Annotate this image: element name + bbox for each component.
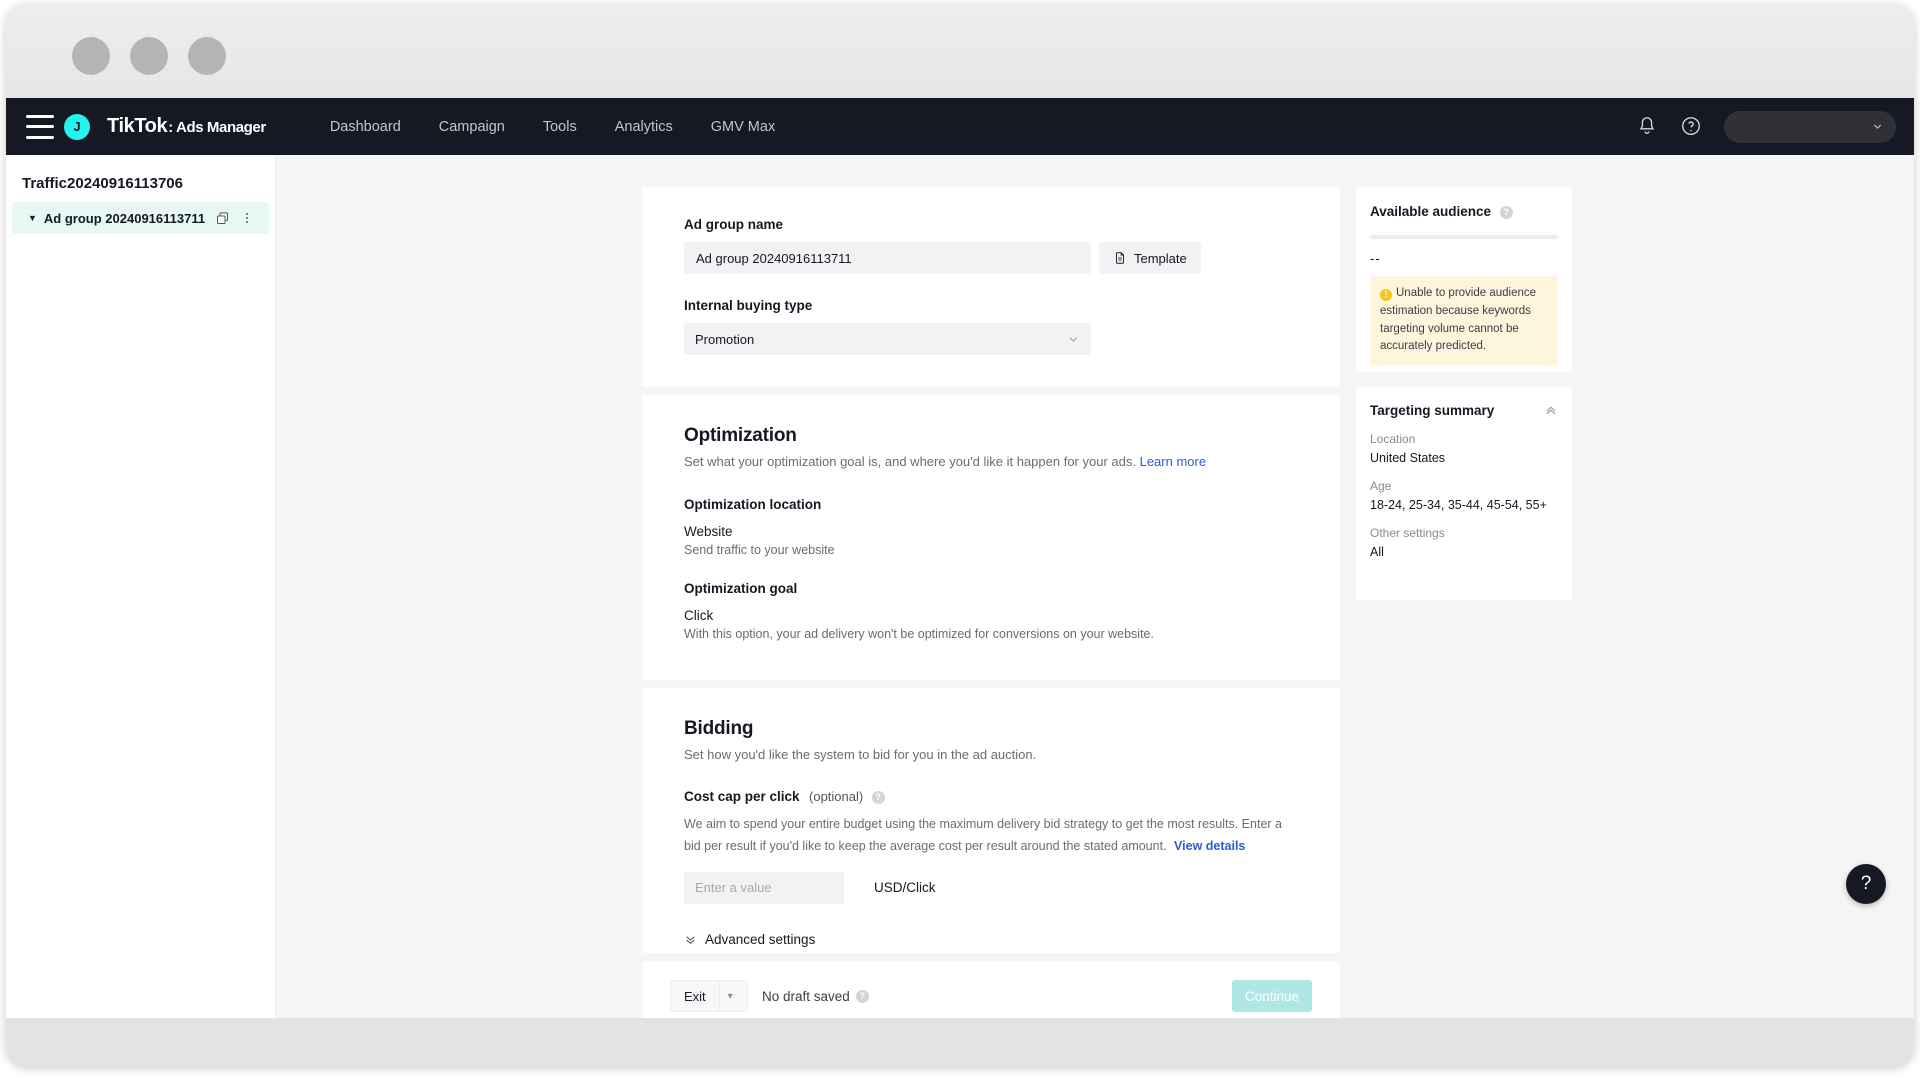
cost-cap-description: We aim to spend your entire budget using… xyxy=(684,814,1296,858)
template-button-label: Template xyxy=(1134,250,1187,266)
brand-subtitle: : Ads Manager xyxy=(168,119,266,136)
buying-type-label: Internal buying type xyxy=(684,298,813,313)
exit-button[interactable]: Exit ▾ xyxy=(670,980,748,1012)
targeting-key-other-settings: Other settings xyxy=(1370,526,1445,540)
optimization-location-desc: Send traffic to your website xyxy=(684,543,835,557)
targeting-value-age: 18-24, 25-34, 35-44, 45-54, 55+ xyxy=(1370,498,1547,512)
draft-help-icon[interactable]: ? xyxy=(855,989,869,1003)
horizontal-scrollbar-strip[interactable] xyxy=(6,1018,1914,1066)
buying-type-value: Promotion xyxy=(695,331,755,347)
chevron-down-icon xyxy=(1069,336,1078,342)
main-content-area: Ad group name Ad group 20240916113711 Te… xyxy=(276,155,1914,1018)
hamburger-menu-icon[interactable] xyxy=(26,114,54,139)
optimization-goal-desc: With this option, your ad delivery won't… xyxy=(684,627,1154,641)
browser-window: J TikTok: Ads Manager Dashboard Campaign… xyxy=(6,4,1914,1066)
cost-cap-optional: (optional) xyxy=(809,789,864,804)
optimization-heading: Optimization xyxy=(684,425,797,446)
bid-amount-input[interactable]: Enter a value xyxy=(684,871,844,904)
bidding-card: Bidding Set how you'd like the system to… xyxy=(642,688,1340,953)
warning-icon: ! xyxy=(1380,288,1392,301)
nav-item-analytics[interactable]: Analytics xyxy=(615,119,673,135)
chevron-double-down-icon xyxy=(686,936,695,944)
audience-warning-text: Unable to provide audience estimation be… xyxy=(1380,287,1537,353)
nav-item-dashboard[interactable]: Dashboard xyxy=(330,119,401,135)
audience-warning-banner: ! Unable to provide audience estimation b… xyxy=(1370,276,1558,366)
window-close-button[interactable] xyxy=(188,37,226,75)
optimization-subtitle-text: Set what your optimization goal is, and … xyxy=(684,454,1136,469)
bidding-heading: Bidding xyxy=(684,718,754,739)
continue-button[interactable]: Continue xyxy=(1232,980,1312,1012)
buying-type-select[interactable]: Promotion xyxy=(684,323,1091,355)
bell-icon[interactable] xyxy=(1636,115,1660,139)
optimization-subtitle: Set what your optimization goal is, and … xyxy=(684,454,1298,469)
top-navigation-bar: J TikTok: Ads Manager Dashboard Campaign… xyxy=(6,98,1914,155)
window-minimize-button[interactable] xyxy=(72,37,110,75)
chevron-down-icon xyxy=(1873,124,1882,129)
available-audience-title: Available audience xyxy=(1370,204,1492,219)
adgroup-name-label: Ad group name xyxy=(684,217,784,232)
targeting-value-location: United States xyxy=(1370,451,1446,465)
cost-cap-label: Cost cap per click xyxy=(684,789,800,804)
brand-logo: TikTok: Ads Manager xyxy=(107,115,266,138)
advanced-settings-label: Advanced settings xyxy=(705,931,816,947)
sidebar-item-label: Ad group 20240916113711 xyxy=(43,210,206,226)
targeting-summary-title: Targeting summary xyxy=(1370,403,1495,418)
optimization-goal-value: Click xyxy=(684,608,714,623)
avatar[interactable]: J xyxy=(64,113,90,140)
targeting-key-age: Age xyxy=(1370,479,1392,493)
floating-help-button[interactable]: ? xyxy=(1846,864,1886,904)
audience-value: -- xyxy=(1370,251,1381,266)
available-audience-panel: Available audience ? -- ! Unable to provi… xyxy=(1356,187,1572,372)
document-icon xyxy=(1116,252,1124,264)
nav-item-gmv-max[interactable]: GMV Max xyxy=(711,119,775,135)
nav-item-tools[interactable]: Tools xyxy=(543,119,577,135)
optimization-location-value: Website xyxy=(684,524,733,539)
more-options-icon[interactable] xyxy=(240,211,254,225)
audience-meter-bar xyxy=(1370,235,1558,239)
help-tooltip-icon[interactable]: ? xyxy=(1499,205,1513,219)
campaign-title: Traffic20240916113706 xyxy=(22,175,183,192)
chevron-down-icon[interactable]: ▾ xyxy=(718,981,741,1011)
page-viewport: J TikTok: Ads Manager Dashboard Campaign… xyxy=(6,98,1914,1018)
window-titlebar xyxy=(6,4,1914,98)
bid-unit-label: USD/Click xyxy=(874,880,936,896)
nav-right-group xyxy=(1636,98,1896,155)
view-details-link[interactable]: View details xyxy=(1174,839,1245,853)
help-circle-icon[interactable] xyxy=(1680,115,1704,139)
targeting-summary-panel: Targeting summary Location United States… xyxy=(1356,387,1572,600)
help-tooltip-icon[interactable]: ? xyxy=(871,790,885,804)
account-selector[interactable] xyxy=(1724,110,1896,143)
window-maximize-button[interactable] xyxy=(130,37,168,75)
cost-cap-label-row: Cost cap per click (optional) ? xyxy=(684,788,1298,806)
nav-item-campaign[interactable]: Campaign xyxy=(439,119,505,135)
template-button[interactable]: Template xyxy=(1099,242,1201,274)
sidebar-item-adgroup[interactable]: ▼ Ad group 20240916113711 xyxy=(12,202,269,234)
optimization-goal-label: Optimization goal xyxy=(684,581,798,596)
optimization-card: Optimization Set what your optimization … xyxy=(642,395,1340,680)
adgroup-name-input[interactable]: Ad group 20240916113711 xyxy=(684,242,1091,274)
caret-down-icon[interactable]: ▼ xyxy=(28,213,37,223)
draft-status-label: No draft saved xyxy=(762,988,850,1004)
bidding-subtitle: Set how you'd like the system to bid for… xyxy=(684,747,1037,762)
targeting-key-location: Location xyxy=(1370,432,1416,446)
adgroup-basic-card: Ad group name Ad group 20240916113711 Te… xyxy=(642,187,1340,387)
collapse-icon[interactable] xyxy=(1544,405,1558,424)
targeting-value-other-settings: All xyxy=(1370,545,1384,559)
campaign-sidebar: Traffic20240916113706 ▼ Ad group 2024091… xyxy=(6,155,276,1018)
form-footer-bar: Exit ▾ No draft saved ? Continue xyxy=(642,961,1340,1018)
horizontal-scrollbar-track[interactable] xyxy=(16,1026,1904,1036)
brand-name: TikTok xyxy=(107,115,168,137)
advanced-settings-toggle[interactable]: Advanced settings xyxy=(684,932,1298,947)
available-audience-header: Available audience ? xyxy=(1370,203,1558,221)
optimization-location-label: Optimization location xyxy=(684,497,822,512)
copy-icon[interactable] xyxy=(215,211,230,226)
exit-button-label: Exit xyxy=(684,988,706,1004)
learn-more-link[interactable]: Learn more xyxy=(1140,454,1206,469)
